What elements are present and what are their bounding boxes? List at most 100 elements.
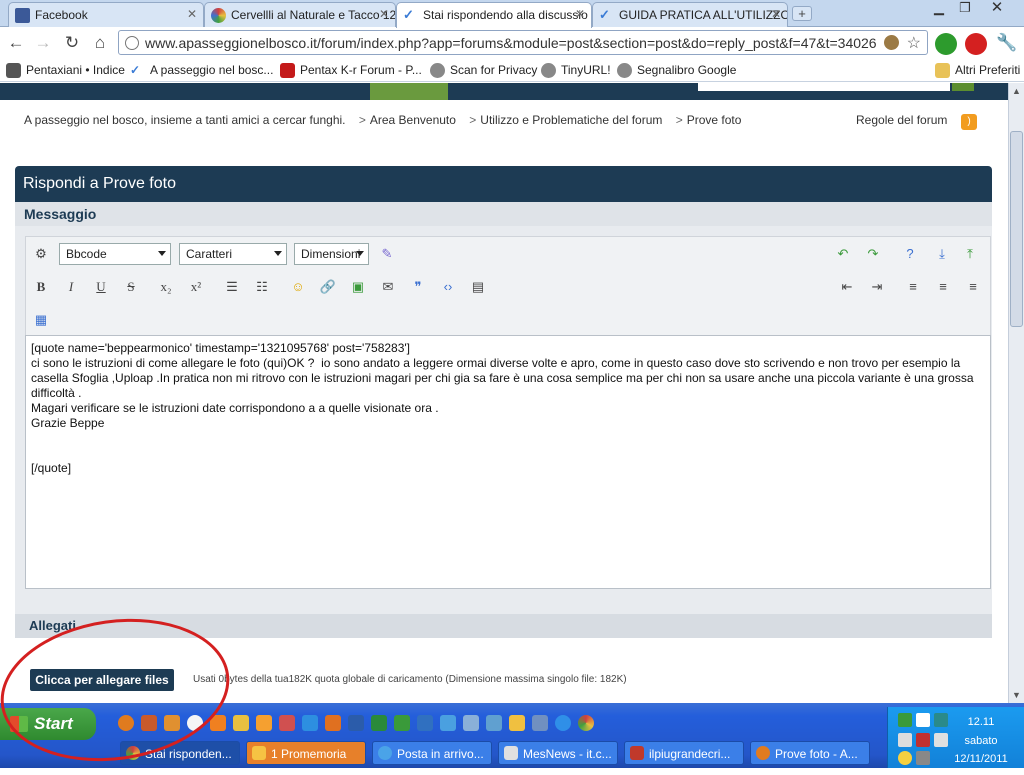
- minimize-icon[interactable]: ▁: [926, 0, 952, 18]
- address-bar[interactable]: www.apasseggionelbosco.it/forum/index.ph…: [118, 30, 928, 55]
- tab-cervelli[interactable]: Cervellli al Naturale e Tacco 12 ✕: [204, 2, 396, 27]
- spoiler-icon[interactable]: ▦: [32, 311, 50, 329]
- bullet-list-icon[interactable]: ☰: [223, 278, 241, 296]
- network-icon[interactable]: [898, 733, 912, 747]
- taskbar-chrome-window[interactable]: Stai risponden...: [120, 741, 240, 765]
- app-icon[interactable]: [440, 715, 456, 731]
- bookmark-pentax-kr[interactable]: Pentax K-r Forum - P...: [280, 63, 422, 78]
- app-icon[interactable]: [394, 715, 410, 731]
- bookmark-tinyurl[interactable]: TinyURL!: [541, 63, 611, 78]
- help-icon[interactable]: ?: [901, 245, 919, 263]
- rss-icon[interactable]: ): [961, 114, 977, 130]
- app-icon[interactable]: [417, 715, 433, 731]
- close-icon[interactable]: ✕: [575, 7, 585, 21]
- taskbar-pdf[interactable]: ilpiugrandecri...: [624, 741, 744, 765]
- bookmark-scan-privacy[interactable]: Scan for Privacy: [430, 63, 537, 78]
- home-icon[interactable]: ⌂: [89, 33, 111, 53]
- reload-icon[interactable]: ↻: [61, 33, 83, 53]
- undo-icon[interactable]: ↶: [834, 245, 852, 263]
- start-button[interactable]: Start: [0, 708, 96, 740]
- bookmark-segnalibro[interactable]: Segnalibro Google: [617, 63, 736, 78]
- internet-explorer-icon[interactable]: [555, 715, 571, 731]
- font-select[interactable]: Caratteri: [179, 243, 287, 265]
- italic-icon[interactable]: I: [62, 278, 80, 296]
- attach-files-button[interactable]: Clicca per allegare files: [30, 669, 174, 691]
- strikethrough-icon[interactable]: S: [122, 278, 140, 296]
- app-icon[interactable]: [532, 715, 548, 731]
- stop-extension-icon[interactable]: [965, 33, 987, 55]
- back-icon[interactable]: ←: [5, 33, 27, 53]
- firefox-icon[interactable]: [118, 715, 134, 731]
- remove-format-icon[interactable]: ✎: [378, 245, 396, 263]
- link-icon[interactable]: 🔗: [319, 278, 337, 296]
- message-textarea[interactable]: [quote name='beppearmonico' timestamp='1…: [25, 335, 991, 589]
- bold-icon[interactable]: B: [32, 278, 50, 296]
- close-icon[interactable]: ✕: [187, 7, 197, 21]
- breadcrumb-topic[interactable]: Prove foto: [687, 113, 742, 127]
- search-input[interactable]: [698, 83, 950, 91]
- powerpoint-icon[interactable]: [325, 715, 341, 731]
- tab-facebook[interactable]: Facebook ✕: [8, 2, 204, 27]
- tab-reply-active[interactable]: ✓ Stai rispondendo alla discussio ✕: [396, 2, 592, 28]
- media-player-icon[interactable]: [187, 715, 203, 731]
- underline-icon[interactable]: U: [92, 278, 110, 296]
- tray-app-icon[interactable]: [916, 733, 930, 747]
- other-bookmarks[interactable]: Altri Preferiti: [935, 63, 1020, 78]
- new-tab-button[interactable]: +: [792, 6, 812, 21]
- clock-icon[interactable]: [509, 715, 525, 731]
- app-icon[interactable]: [141, 715, 157, 731]
- redo-icon[interactable]: ↷: [864, 245, 882, 263]
- bookmark-star-icon[interactable]: ☆: [907, 33, 921, 53]
- chrome-icon[interactable]: [578, 715, 594, 731]
- align-center-icon[interactable]: ≡: [934, 278, 952, 296]
- superscript-icon[interactable]: x²: [187, 278, 205, 296]
- search-button[interactable]: [952, 83, 974, 91]
- outdent-icon[interactable]: ⇤: [838, 278, 856, 296]
- align-left-icon[interactable]: ≡: [904, 278, 922, 296]
- subscript-icon[interactable]: x₂: [157, 278, 175, 296]
- size-select[interactable]: Dimensioni: [294, 243, 369, 265]
- active-nav-tab[interactable]: [370, 83, 448, 100]
- bookmark-apasseggio[interactable]: ✓ A passeggio nel bosc...: [130, 63, 273, 78]
- excel-icon[interactable]: [371, 715, 387, 731]
- format-select[interactable]: Bbcode: [59, 243, 171, 265]
- upload-icon[interactable]: ⤒: [961, 245, 979, 263]
- scroll-up-icon[interactable]: ▲: [1009, 83, 1024, 99]
- bookmark-pentaxiani[interactable]: Pentaxiani • Indice: [6, 63, 125, 78]
- word-icon[interactable]: [348, 715, 364, 731]
- extension-q-icon[interactable]: [935, 33, 957, 55]
- tray-app-icon[interactable]: [898, 713, 912, 727]
- forum-rules-link[interactable]: Regole del forum: [856, 113, 947, 127]
- scroll-down-icon[interactable]: ▼: [1009, 687, 1024, 703]
- app-icon[interactable]: [256, 715, 272, 731]
- email-icon[interactable]: ✉: [379, 278, 397, 296]
- download-icon[interactable]: ⤓: [933, 245, 951, 263]
- close-icon[interactable]: ✕: [379, 7, 389, 21]
- taskbar-mail[interactable]: Posta in arrivo...: [372, 741, 492, 765]
- breadcrumb-area[interactable]: Area Benvenuto: [370, 113, 456, 127]
- taskbar-firefox[interactable]: Prove foto - A...: [750, 741, 870, 765]
- numbered-list-icon[interactable]: ☷: [253, 278, 271, 296]
- forward-icon[interactable]: →: [32, 33, 54, 53]
- app-icon[interactable]: [279, 715, 295, 731]
- tray-app-icon[interactable]: [916, 751, 930, 765]
- extension-icon[interactable]: [884, 35, 899, 50]
- breadcrumb-home[interactable]: A passeggio nel bosco, insieme a tanti a…: [24, 113, 346, 127]
- image-icon[interactable]: ▣: [349, 278, 367, 296]
- app-icon[interactable]: [463, 715, 479, 731]
- toggle-editor-icon[interactable]: ⚙: [32, 245, 50, 263]
- indent-icon[interactable]: ⇥: [868, 278, 886, 296]
- align-right-icon[interactable]: ≡: [964, 278, 982, 296]
- media-icon[interactable]: ▤: [469, 278, 487, 296]
- clock-time[interactable]: 12.11: [938, 716, 1024, 728]
- emoticon-icon[interactable]: ☺: [289, 278, 307, 296]
- app-icon[interactable]: [302, 715, 318, 731]
- tab-guida[interactable]: ✓ GUIDA PRATICA ALL'UTILIZZO ✕: [592, 2, 788, 27]
- app-icon[interactable]: [486, 715, 502, 731]
- wrench-icon[interactable]: 🔧: [996, 33, 1018, 53]
- maximize-icon[interactable]: ❐: [952, 0, 978, 18]
- close-window-icon[interactable]: ✕: [984, 0, 1010, 18]
- close-icon[interactable]: ✕: [771, 7, 781, 21]
- tray-app-icon[interactable]: [916, 713, 930, 727]
- taskbar-promemoria[interactable]: 1 Promemoria: [246, 741, 366, 765]
